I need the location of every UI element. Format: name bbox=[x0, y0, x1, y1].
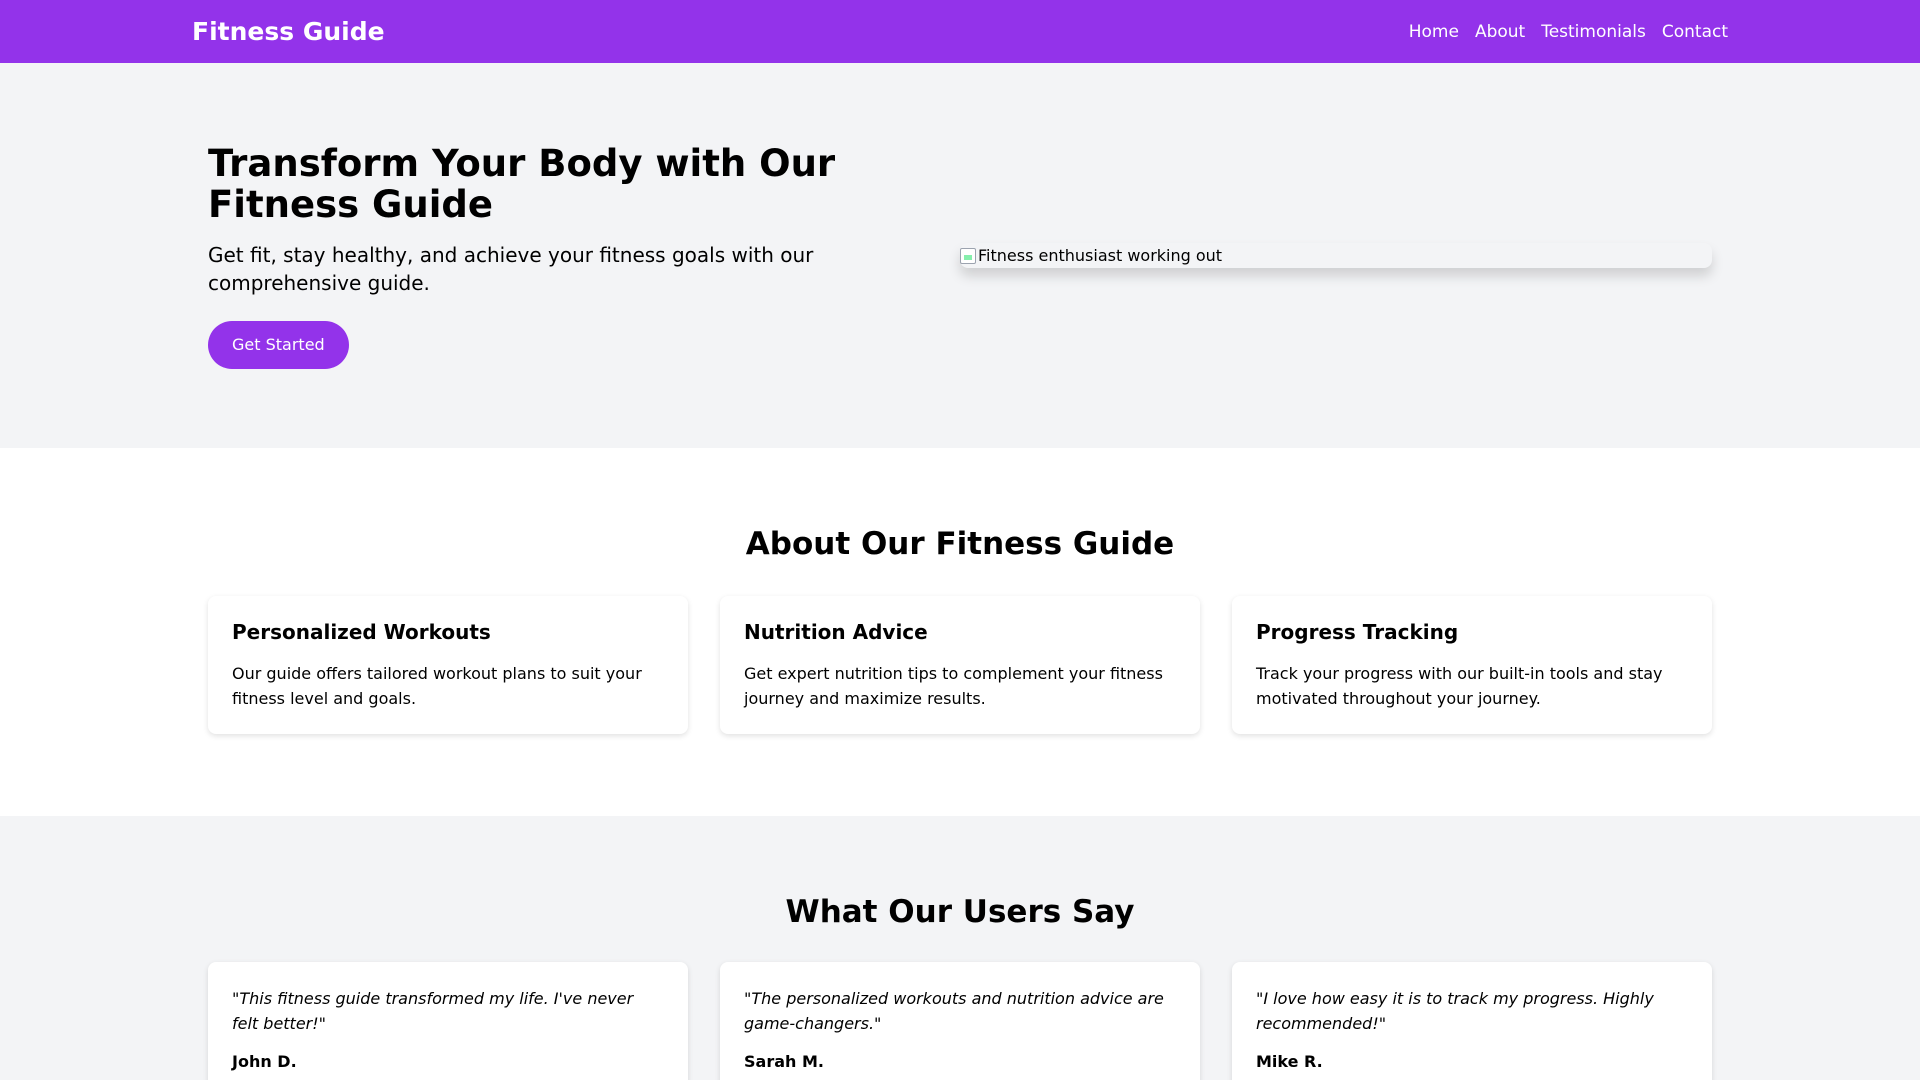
top-navbar: Fitness Guide Home About Testimonials Co… bbox=[0, 0, 1920, 63]
testimonial-quote: "I love how easy it is to track my progr… bbox=[1256, 989, 1654, 1033]
hero-subtitle: Get fit, stay healthy, and achieve your … bbox=[208, 242, 814, 295]
get-started-button[interactable]: Get Started bbox=[208, 320, 349, 369]
hero-image-alt-text: Fitness enthusiast working out bbox=[978, 246, 1223, 265]
hero-media: Fitness enthusiast working out bbox=[960, 243, 1712, 268]
feature-card: Progress Tracking Track your progress wi… bbox=[1232, 596, 1712, 734]
testimonial-author: Sarah M. bbox=[744, 1052, 824, 1071]
broken-image-icon bbox=[960, 247, 976, 264]
nav-links: Home About Testimonials Contact bbox=[1409, 22, 1728, 42]
about-title: About Our Fitness Guide bbox=[745, 526, 1175, 562]
feature-card-title: Personalized Workouts bbox=[232, 620, 491, 644]
testimonials-section: What Our Users Say "This fitness guide t… bbox=[0, 816, 1920, 1080]
feature-card-text: Track your progress with our built-in to… bbox=[1256, 664, 1663, 708]
testimonial-quote: "This fitness guide transformed my life.… bbox=[232, 989, 634, 1033]
feature-card-text: Our guide offers tailored workout plans … bbox=[232, 664, 642, 708]
testimonials-title: What Our Users Say bbox=[785, 894, 1135, 930]
testimonial-card: "I love how easy it is to track my progr… bbox=[1232, 962, 1712, 1080]
nav-link-about[interactable]: About bbox=[1475, 22, 1525, 42]
nav-link-contact[interactable]: Contact bbox=[1662, 22, 1728, 42]
feature-card-title: Progress Tracking bbox=[1256, 620, 1459, 644]
hero-section: Transform Your Body with Our Fitness Gui… bbox=[0, 63, 1920, 448]
feature-card: Nutrition Advice Get expert nutrition ti… bbox=[720, 596, 1200, 734]
testimonial-author: Mike R. bbox=[1256, 1052, 1323, 1071]
feature-card-title: Nutrition Advice bbox=[744, 620, 928, 644]
feature-cards: Personalized Workouts Our guide offers t… bbox=[208, 596, 1712, 734]
nav-link-home[interactable]: Home bbox=[1409, 22, 1459, 42]
testimonial-card: "This fitness guide transformed my life.… bbox=[208, 962, 688, 1080]
feature-card-text: Get expert nutrition tips to complement … bbox=[744, 664, 1163, 708]
hero-text: Transform Your Body with Our Fitness Gui… bbox=[208, 143, 960, 369]
nav-link-testimonials[interactable]: Testimonials bbox=[1541, 22, 1646, 42]
testimonial-card: "The personalized workouts and nutrition… bbox=[720, 962, 1200, 1080]
feature-card: Personalized Workouts Our guide offers t… bbox=[208, 596, 688, 734]
testimonial-quote: "The personalized workouts and nutrition… bbox=[744, 989, 1164, 1033]
site-brand[interactable]: Fitness Guide bbox=[192, 17, 385, 46]
hero-image: Fitness enthusiast working out bbox=[960, 243, 1712, 268]
testimonial-cards: "This fitness guide transformed my life.… bbox=[208, 962, 1712, 1080]
testimonial-author: John D. bbox=[232, 1052, 297, 1071]
hero-title: Transform Your Body with Our Fitness Gui… bbox=[208, 141, 836, 226]
about-section: About Our Fitness Guide Personalized Wor… bbox=[0, 448, 1920, 816]
